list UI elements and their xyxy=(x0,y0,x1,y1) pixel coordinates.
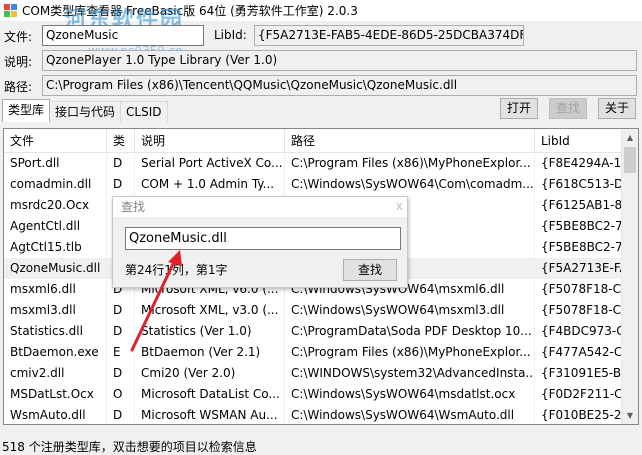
annotation-arrow-icon xyxy=(130,250,182,352)
tab-typelib[interactable]: 类型库 xyxy=(2,99,51,122)
app-window: COM类型库查看器 FreeBasic版 64位 (勇芳软件工作室) 2.0.3… xyxy=(0,0,642,455)
status-bar: 518 个注册类型库，双击想要的项目以检索信息 xyxy=(2,440,257,454)
